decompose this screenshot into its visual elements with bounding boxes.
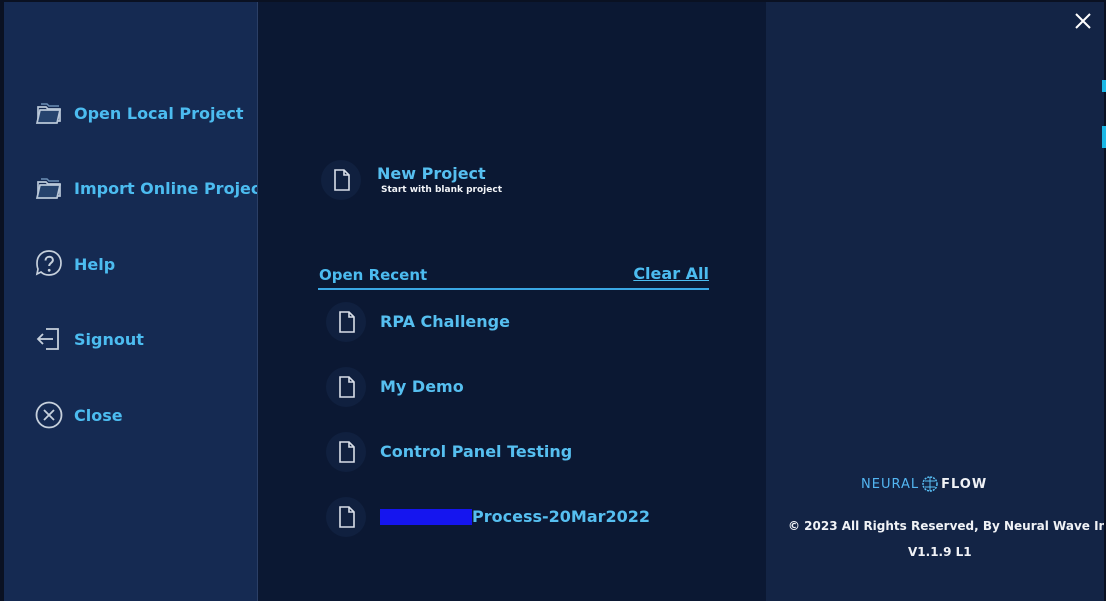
brand-flow-text: FLOW bbox=[941, 476, 988, 492]
clear-all-button[interactable]: Clear All bbox=[633, 264, 709, 283]
signout-icon bbox=[32, 322, 66, 356]
file-icon bbox=[326, 302, 366, 342]
recent-project-item[interactable]: RPA Challenge bbox=[326, 302, 686, 342]
close-menu-button[interactable]: Close bbox=[32, 398, 123, 432]
close-icon bbox=[1075, 13, 1091, 29]
recent-project-label: My Demo bbox=[380, 377, 464, 396]
window-close-button[interactable] bbox=[1072, 10, 1094, 32]
recent-project-item[interactable]: Process-20Mar2022 bbox=[326, 497, 686, 537]
import-online-project-label: Import Online Project bbox=[74, 178, 269, 198]
redaction-block bbox=[380, 509, 472, 525]
recent-project-item[interactable]: Control Panel Testing bbox=[326, 432, 686, 472]
help-icon bbox=[32, 247, 66, 281]
file-icon bbox=[326, 367, 366, 407]
file-icon bbox=[321, 160, 361, 200]
recent-project-label: Control Panel Testing bbox=[380, 442, 573, 461]
folder-open-icon bbox=[32, 96, 66, 130]
file-icon bbox=[326, 497, 366, 537]
recent-project-label: Process-20Mar2022 bbox=[380, 507, 650, 526]
brain-logo-icon bbox=[922, 476, 938, 492]
folder-import-icon bbox=[32, 171, 66, 205]
recent-project-item[interactable]: My Demo bbox=[326, 367, 686, 407]
new-project-button[interactable]: New Project Start with blank project bbox=[321, 158, 651, 202]
neuralflow-logo: NEURAL FLOW bbox=[861, 472, 987, 496]
copyright-text: © 2023 All Rights Reserved, By Neural Wa… bbox=[788, 519, 1104, 533]
recent-project-label: RPA Challenge bbox=[380, 312, 510, 331]
import-online-project-button[interactable]: Import Online Project bbox=[32, 171, 268, 205]
left-menu-panel: Open Local Project Import Online Project bbox=[4, 2, 268, 601]
help-button[interactable]: Help bbox=[32, 247, 115, 281]
close-circle-icon bbox=[32, 398, 66, 432]
open-local-project-button[interactable]: Open Local Project bbox=[32, 96, 243, 130]
start-window: Open Local Project Import Online Project bbox=[4, 2, 1104, 601]
brand-neural-text: NEURAL bbox=[861, 476, 920, 492]
edge-accent-mark bbox=[1102, 80, 1106, 92]
file-icon bbox=[326, 432, 366, 472]
edge-accent-mark bbox=[1102, 126, 1106, 148]
close-menu-label: Close bbox=[74, 405, 123, 425]
open-local-project-label: Open Local Project bbox=[74, 103, 244, 123]
signout-label: Signout bbox=[74, 329, 144, 349]
info-panel: NEURAL FLOW © 2023 All Rights Reserved, … bbox=[766, 2, 1104, 601]
recent-project-label-text: Process-20Mar2022 bbox=[472, 507, 651, 526]
new-project-subtitle: Start with blank project bbox=[381, 185, 502, 195]
open-recent-header: Open Recent Clear All bbox=[318, 264, 709, 290]
signout-button[interactable]: Signout bbox=[32, 322, 144, 356]
new-project-title: New Project bbox=[377, 164, 486, 183]
help-label: Help bbox=[74, 254, 116, 274]
version-text: V1.1.9 L1 bbox=[908, 545, 972, 559]
project-panel: New Project Start with blank project Ope… bbox=[257, 2, 767, 601]
open-recent-title: Open Recent bbox=[319, 266, 428, 284]
